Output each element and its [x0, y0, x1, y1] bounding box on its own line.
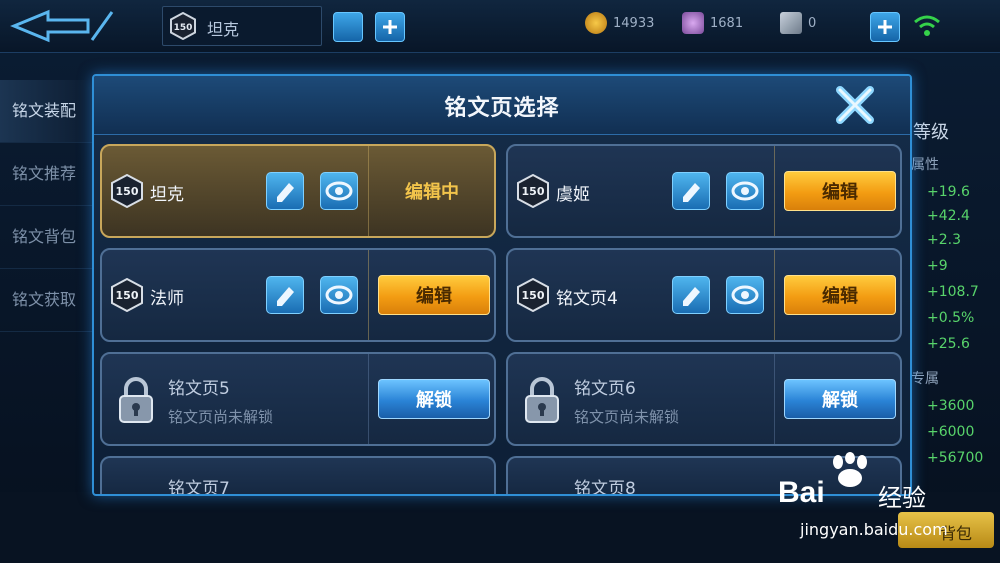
special-value: +56700: [927, 450, 984, 466]
attribute-title: 等级: [913, 122, 949, 143]
nav-item-recommend[interactable]: 铭文推荐: [0, 143, 92, 206]
edit-button[interactable]: 编辑: [378, 275, 490, 315]
card-divider: [774, 354, 775, 444]
attribute-label: 属性: [911, 157, 939, 173]
rune-page-card[interactable]: 150 法师 编辑: [100, 248, 496, 342]
back-arrow-icon[interactable]: [8, 6, 118, 46]
level-hexagon-icon: 150: [170, 12, 196, 40]
attribute-value: +19.6: [927, 184, 970, 200]
card-divider: [368, 354, 369, 444]
ticket-icon: [780, 12, 802, 34]
coin-counter: 14933: [585, 12, 654, 34]
pencil-icon[interactable]: [266, 276, 304, 314]
card-name: 铭文页4: [556, 289, 618, 309]
attribute-value: +9: [927, 258, 948, 274]
unlock-button[interactable]: 解锁: [784, 379, 896, 419]
nav-item-assemble[interactable]: 铭文装配: [0, 80, 92, 143]
edit-button[interactable]: 编辑: [784, 171, 896, 211]
level-text: 150: [522, 185, 545, 198]
baidu-logo: Bai: [778, 476, 825, 509]
modal-title: 铭文页选择: [444, 96, 560, 121]
locked-description: 铭文页尚未解锁: [168, 408, 274, 426]
level-text: 150: [116, 289, 139, 302]
rune-page-card-locked[interactable]: 铭文页5 铭文页尚未解锁 解锁: [100, 352, 496, 446]
watermark-url: jingyan.baidu.com: [800, 520, 948, 539]
wifi-icon: [914, 15, 940, 36]
card-divider: [368, 250, 369, 340]
level-text: 150: [174, 23, 193, 33]
left-nav: 铭文装配 铭文推荐 铭文背包 铭文获取: [0, 80, 92, 332]
coin-icon: [585, 12, 607, 34]
padlock-icon: [525, 377, 559, 423]
pencil-icon[interactable]: [672, 172, 710, 210]
attribute-value: +0.5%: [927, 310, 975, 326]
card-name: 铭文页7: [168, 479, 230, 496]
edit-button[interactable]: 编辑: [784, 275, 896, 315]
pencil-icon[interactable]: [266, 172, 304, 210]
ticket-counter: 0: [780, 12, 816, 34]
rune-page-select-modal: 铭文页选择 150 坦克 编辑中 150 虞姬 编辑 150 法师 编辑 150…: [92, 74, 912, 496]
pencil-icon[interactable]: [672, 276, 710, 314]
rename-icon[interactable]: [333, 12, 363, 42]
attribute-value: +25.6: [927, 336, 970, 352]
baidu-jingyan-logo: 经验: [878, 484, 926, 512]
padlock-icon: [119, 377, 153, 423]
coin-amount: 14933: [613, 15, 655, 31]
attribute-value: +108.7: [927, 284, 979, 300]
level-hexagon-icon: 150: [111, 278, 143, 312]
rune-page-card-locked[interactable]: 铭文页6 铭文页尚未解锁 解锁: [506, 352, 902, 446]
unlock-button[interactable]: 解锁: [378, 379, 490, 419]
rune-page-card[interactable]: 150 坦克 编辑中: [100, 144, 496, 238]
rune-page-card[interactable]: 150 虞姬 编辑: [506, 144, 902, 238]
ticket-amount: 0: [808, 15, 817, 31]
eye-icon[interactable]: [320, 276, 358, 314]
card-name: 坦克: [150, 185, 184, 205]
level-text: 150: [116, 185, 139, 198]
add-icon[interactable]: [375, 12, 405, 42]
rune-page-card[interactable]: 150 铭文页4 编辑: [506, 248, 902, 342]
card-name: 铭文页6: [574, 379, 636, 399]
top-bar: 150 坦克 14933 1681 0: [0, 0, 1000, 53]
level-hexagon-icon: 150: [517, 174, 549, 208]
rune-page-card-locked[interactable]: 铭文页7: [100, 456, 496, 496]
special-value: +3600: [927, 398, 975, 414]
nav-item-obtain[interactable]: 铭文获取: [0, 269, 92, 332]
eye-icon[interactable]: [320, 172, 358, 210]
baidu-paw-icon: [833, 452, 867, 487]
attribute-value: +42.4: [927, 208, 970, 224]
card-name: 法师: [150, 289, 184, 309]
attribute-value: +2.3: [927, 232, 961, 248]
modal-header: 铭文页选择: [94, 76, 910, 135]
card-divider: [774, 146, 775, 236]
locked-description: 铭文页尚未解锁: [574, 408, 680, 426]
special-value: +6000: [927, 424, 975, 440]
attribute-panel: 等级 属性 +19.6 +42.4 +2.3 +9 +108.7 +0.5% +…: [905, 100, 1000, 500]
level-hexagon-icon: 150: [111, 174, 143, 208]
diamond-icon: [682, 12, 704, 34]
current-page-selector[interactable]: 150 坦克: [162, 6, 322, 46]
card-name: 虞姬: [556, 185, 590, 205]
card-name: 铭文页5: [168, 379, 230, 399]
page-name: 坦克: [207, 20, 240, 39]
card-name: 铭文页8: [574, 479, 636, 496]
level-text: 150: [522, 289, 545, 302]
level-hexagon-icon: 150: [517, 278, 549, 312]
close-icon[interactable]: [832, 82, 878, 128]
special-label: 专属: [911, 371, 939, 387]
nav-item-bag[interactable]: 铭文背包: [0, 206, 92, 269]
editing-status: 编辑中: [405, 182, 459, 203]
recharge-icon[interactable]: [870, 12, 900, 42]
diamond-amount: 1681: [710, 15, 744, 31]
card-divider: [774, 250, 775, 340]
diamond-counter: 1681: [682, 12, 743, 34]
eye-icon[interactable]: [726, 276, 764, 314]
eye-icon[interactable]: [726, 172, 764, 210]
